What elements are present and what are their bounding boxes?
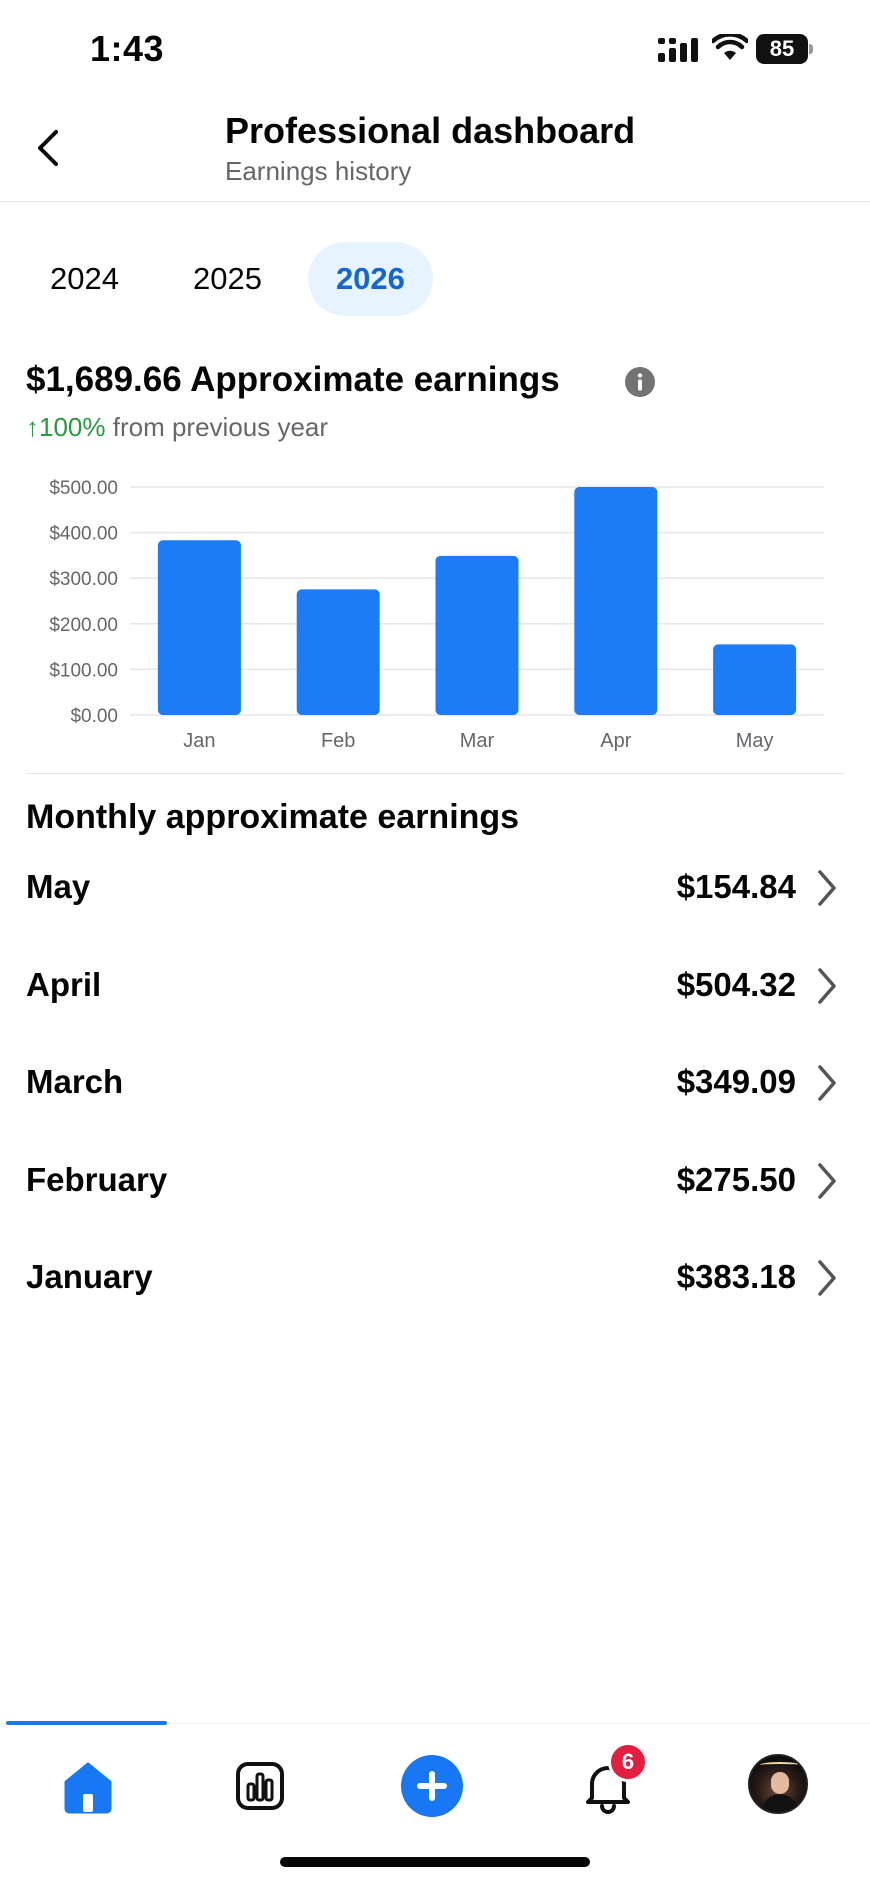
change-arrow: ↑ <box>26 412 39 442</box>
month-amount: $154.84 <box>676 868 796 905</box>
notification-badge: 6 <box>608 1742 648 1782</box>
month-amount: $383.18 <box>676 1258 796 1295</box>
avatar <box>748 1754 808 1814</box>
y-tick-label: $100.00 <box>49 660 118 681</box>
chart-bar-jan[interactable] <box>157 540 241 715</box>
home-icon[interactable] <box>56 1754 120 1818</box>
monthly-earnings-title: Monthly approximate earnings <box>26 798 520 836</box>
create-plus-icon[interactable] <box>400 1754 464 1818</box>
page-header: Professional dashboard Earnings history <box>0 100 870 202</box>
y-tick-label: $400.00 <box>49 524 118 545</box>
y-tick-label: $200.00 <box>49 615 118 636</box>
page-title: Professional dashboard <box>225 110 636 151</box>
tab-2025[interactable]: 2025 <box>165 242 290 316</box>
chevron-right-icon <box>818 1260 836 1296</box>
x-tick-label: Feb <box>321 730 355 752</box>
insights-icon[interactable] <box>228 1754 292 1818</box>
chart-bar-mar[interactable] <box>435 555 519 715</box>
x-tick-label: May <box>736 730 774 752</box>
tab-2024[interactable]: 2024 <box>22 242 147 316</box>
month-amount: $349.09 <box>676 1063 796 1100</box>
status-time: 1:43 <box>90 28 165 69</box>
monthly-earnings-list: May $154.84 April $504.32 March $349.09 … <box>0 840 870 1328</box>
month-name: March <box>26 1063 124 1100</box>
x-tick-label: Apr <box>600 730 631 752</box>
chevron-right-icon <box>818 1065 836 1101</box>
profile-tab[interactable] <box>748 1754 812 1818</box>
divider <box>26 773 844 774</box>
chart-bar-feb[interactable] <box>296 589 380 715</box>
month-row-march[interactable]: March $349.09 <box>0 1035 870 1133</box>
change-percent: 100% <box>39 412 106 442</box>
chart-bar-apr[interactable] <box>574 487 658 715</box>
month-name: January <box>26 1258 153 1295</box>
chart-bar-may[interactable] <box>713 644 797 715</box>
tab-2026[interactable]: 2026 <box>307 242 433 316</box>
battery-level: 85 <box>769 36 795 61</box>
month-name: May <box>26 868 91 905</box>
home-indicator <box>280 1857 590 1867</box>
battery-icon: 85 <box>756 34 814 64</box>
wifi-icon <box>712 34 748 60</box>
month-row-january[interactable]: January $383.18 <box>0 1230 870 1328</box>
month-row-may[interactable]: May $154.84 <box>0 840 870 938</box>
notifications-tab[interactable]: 6 <box>576 1742 648 1818</box>
month-name: April <box>26 965 102 1003</box>
month-amount: $275.50 <box>676 1160 796 1198</box>
status-bar: 1:43 85 <box>0 0 870 100</box>
back-button[interactable] <box>24 120 72 176</box>
active-tab-indicator <box>6 1721 167 1725</box>
month-amount: $504.32 <box>676 965 796 1003</box>
chevron-right-icon <box>818 870 836 906</box>
y-tick-label: $500.00 <box>49 478 118 499</box>
month-name: February <box>26 1160 168 1198</box>
y-tick-label: $0.00 <box>70 706 118 727</box>
earnings-change: ↑100% from previous year <box>26 412 328 443</box>
chevron-right-icon <box>818 967 836 1004</box>
earnings-bar-chart: $500.00 $400.00 $300.00 $200.00 $100.00 $0.00… <box>49 478 824 752</box>
page-subtitle: Earnings history <box>225 156 412 186</box>
month-row-february[interactable]: February $275.50 <box>0 1133 870 1231</box>
info-icon[interactable] <box>624 366 656 398</box>
change-text: from previous year <box>112 412 329 442</box>
x-tick-label: Jan <box>183 730 215 752</box>
x-tick-label: Mar <box>460 730 495 752</box>
month-row-april[interactable]: April $504.32 <box>0 938 870 1036</box>
year-tabs: 2024 2025 2026 <box>22 242 433 316</box>
y-tick-label: $300.00 <box>49 569 118 590</box>
cellular-signal-icon <box>658 38 698 62</box>
chevron-right-icon <box>818 1162 836 1199</box>
earnings-total-title: $1,689.66 Approximate earnings <box>26 360 560 399</box>
